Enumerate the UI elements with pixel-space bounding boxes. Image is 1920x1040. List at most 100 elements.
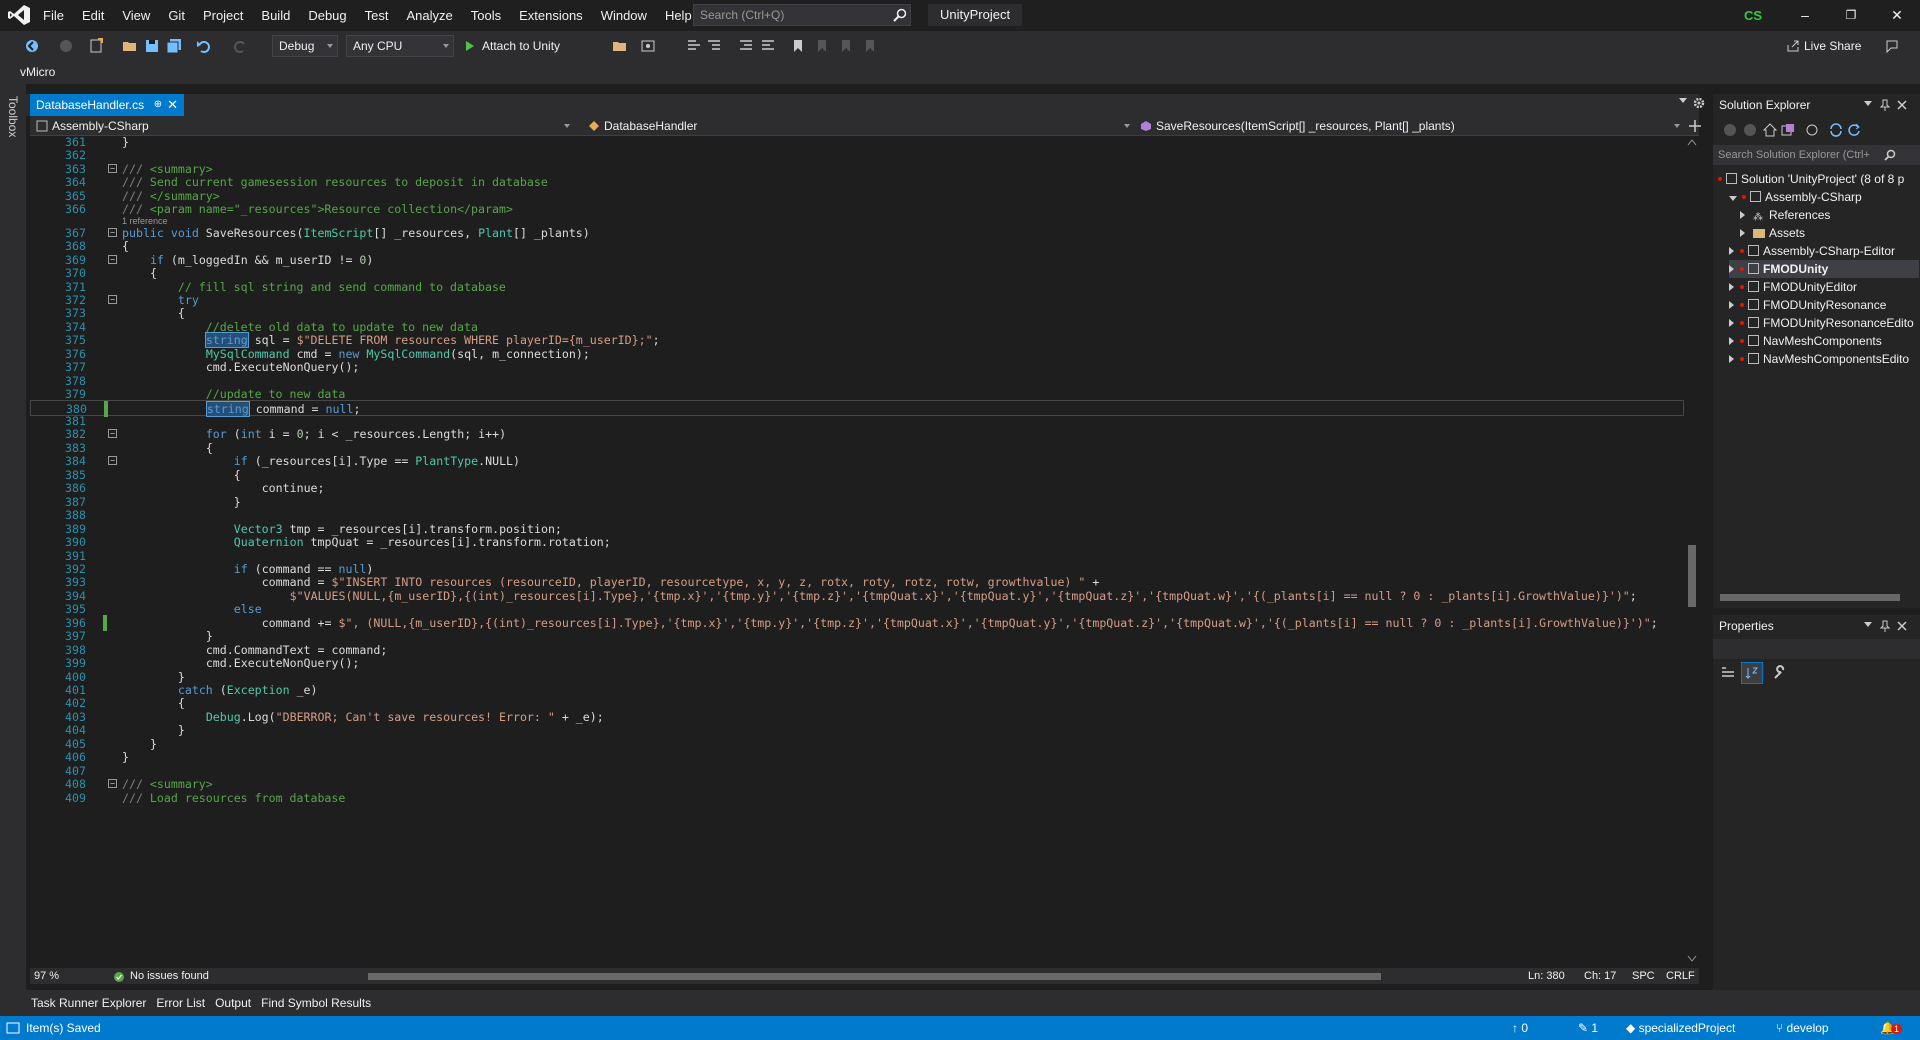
pending-changes-filter-icon[interactable] [1805, 123, 1819, 137]
push-status[interactable]: ↑ 0 [1512, 1016, 1528, 1040]
menu-file[interactable]: File [34, 0, 73, 31]
cursor-line[interactable]: Ln: 380 [1528, 968, 1565, 984]
collapsed-arrow-icon[interactable] [1729, 247, 1734, 255]
panel-menu-icon[interactable] [1864, 101, 1872, 107]
collapse-icon[interactable]: − [108, 294, 117, 304]
tree-item[interactable]: FMODUnityResonanceEdito [1729, 314, 1914, 332]
tree-item[interactable]: Solution 'UnityProject' (8 of 8 p [1718, 170, 1904, 188]
live-share-button[interactable]: Live Share [1784, 35, 1861, 57]
collapse-icon[interactable]: − [108, 163, 117, 173]
menu-edit[interactable]: Edit [73, 0, 113, 31]
account-avatar[interactable]: CS [1738, 5, 1768, 27]
tree-item[interactable]: Assets [1740, 224, 1805, 242]
minimize-button[interactable]: – [1782, 0, 1828, 31]
line-endings[interactable]: CRLF [1666, 968, 1695, 984]
menu-git[interactable]: Git [159, 0, 194, 31]
save-icon[interactable] [144, 38, 160, 54]
close-tab-icon[interactable]: ✕ [167, 94, 178, 116]
restore-button[interactable]: ❐ [1828, 0, 1874, 31]
clear-bookmarks-icon[interactable] [862, 38, 878, 54]
menu-project[interactable]: Project [194, 0, 252, 31]
close-icon[interactable] [1897, 100, 1907, 110]
menu-test[interactable]: Test [356, 0, 398, 31]
folder-icon[interactable] [612, 38, 628, 54]
member-dropdown[interactable]: SaveResources(ItemScript[] _resources, P… [1138, 117, 1684, 135]
step-over-icon[interactable] [706, 38, 722, 54]
collapsed-arrow-icon[interactable] [1729, 283, 1734, 291]
collapse-icon[interactable]: − [108, 456, 117, 466]
class-dropdown[interactable]: DatabaseHandler [586, 117, 1134, 135]
menu-extensions[interactable]: Extensions [510, 0, 592, 31]
zoom-level[interactable]: 97 % [34, 968, 59, 984]
collapsed-arrow-icon[interactable] [1740, 229, 1745, 237]
open-file-icon[interactable] [122, 38, 138, 54]
save-all-icon[interactable] [166, 38, 182, 54]
menu-analyze[interactable]: Analyze [397, 0, 461, 31]
forward-icon[interactable] [1743, 123, 1757, 137]
collapsed-arrow-icon[interactable] [1729, 355, 1734, 363]
pending-edits-status[interactable]: ✎ 1 [1578, 1016, 1598, 1040]
new-project-icon[interactable] [88, 38, 104, 54]
refresh-icon[interactable] [1847, 123, 1861, 137]
menu-build[interactable]: Build [252, 0, 299, 31]
next-bookmark-icon[interactable] [838, 38, 854, 54]
tab-overflow-icon[interactable] [1678, 95, 1688, 105]
close-icon[interactable] [1897, 621, 1907, 631]
attach-to-unity-button[interactable]: Attach to Unity [460, 35, 560, 57]
output-window-icon[interactable] [6, 1022, 20, 1034]
indent-icon[interactable] [738, 38, 754, 54]
alphabetical-button[interactable] [1741, 662, 1763, 684]
undo-icon[interactable] [196, 38, 212, 54]
panel-menu-icon[interactable] [1864, 622, 1872, 628]
scroll-up-icon[interactable] [1687, 138, 1697, 146]
cursor-column[interactable]: Ch: 17 [1584, 968, 1616, 984]
search-input[interactable]: Search (Ctrl+Q) [693, 4, 911, 26]
collapsed-arrow-icon[interactable] [1729, 337, 1734, 345]
branch-selector[interactable]: ⑂ develop [1776, 1016, 1829, 1040]
prev-bookmark-icon[interactable] [814, 38, 830, 54]
notifications-button[interactable]: 🔔1 [1880, 1016, 1902, 1040]
tab-task-runner-explorer[interactable]: Task Runner Explorer [26, 994, 151, 1012]
split-editor-icon[interactable] [1688, 119, 1702, 133]
outdent-icon[interactable] [760, 38, 776, 54]
collapse-icon[interactable]: − [108, 429, 117, 439]
tree-item[interactable]: Assembly-CSharp [1729, 188, 1862, 206]
redo-icon[interactable] [232, 38, 248, 54]
solution-horizontal-scroll-thumb[interactable] [1720, 594, 1900, 601]
collapse-icon[interactable]: − [108, 227, 117, 237]
tab-error-list[interactable]: Error List [151, 994, 210, 1012]
collapsed-arrow-icon[interactable] [1729, 265, 1734, 273]
solution-platform-dropdown[interactable]: Any CPU [346, 35, 454, 57]
forward-icon[interactable] [58, 38, 74, 54]
tree-item[interactable]: FMODUnity [1729, 260, 1919, 278]
search-icon[interactable] [893, 8, 907, 22]
horizontal-scroll-thumb[interactable] [368, 973, 1381, 980]
tab-databasehandler[interactable]: DatabaseHandler.cs ⊕ ✕ [30, 94, 185, 116]
repository-selector[interactable]: ◆ specializedProject [1626, 1016, 1735, 1040]
back-icon[interactable] [1723, 123, 1737, 137]
switch-views-icon[interactable] [1781, 123, 1795, 137]
project-dropdown[interactable]: Assembly-CSharp [34, 117, 574, 135]
tree-item[interactable]: FMODUnityResonance [1729, 296, 1886, 314]
properties-object-dropdown[interactable] [1713, 639, 1920, 659]
step-into-icon[interactable] [686, 38, 702, 54]
collapsed-arrow-icon[interactable] [1740, 211, 1745, 219]
whitespace-mode[interactable]: SPC [1632, 968, 1655, 984]
menu-tools[interactable]: Tools [462, 0, 510, 31]
code-line[interactable]: 409 /// Load resources from database [30, 790, 1684, 806]
pin-icon[interactable] [1880, 99, 1890, 111]
categorized-icon[interactable] [1720, 665, 1736, 681]
tree-item[interactable]: FMODUnityEditor [1729, 278, 1857, 296]
tree-item[interactable]: Assembly-CSharp-Editor [1729, 242, 1895, 260]
pin-icon[interactable] [1880, 620, 1890, 632]
tree-item[interactable]: NavMeshComponentsEdito [1729, 350, 1909, 368]
sync-icon[interactable] [1829, 123, 1843, 137]
code-editor[interactable]: 361} 362 363−/// <summary> 364/// Send curr… [30, 136, 1684, 968]
issues-status[interactable]: No issues found [130, 968, 209, 984]
tree-item[interactable]: NavMeshComponents [1729, 332, 1882, 350]
scroll-down-icon[interactable] [1687, 955, 1697, 963]
menu-window[interactable]: Window [592, 0, 656, 31]
screenshot-icon[interactable] [640, 38, 656, 54]
feedback-icon[interactable] [1884, 38, 1900, 54]
visual-studio-logo[interactable] [8, 5, 30, 25]
